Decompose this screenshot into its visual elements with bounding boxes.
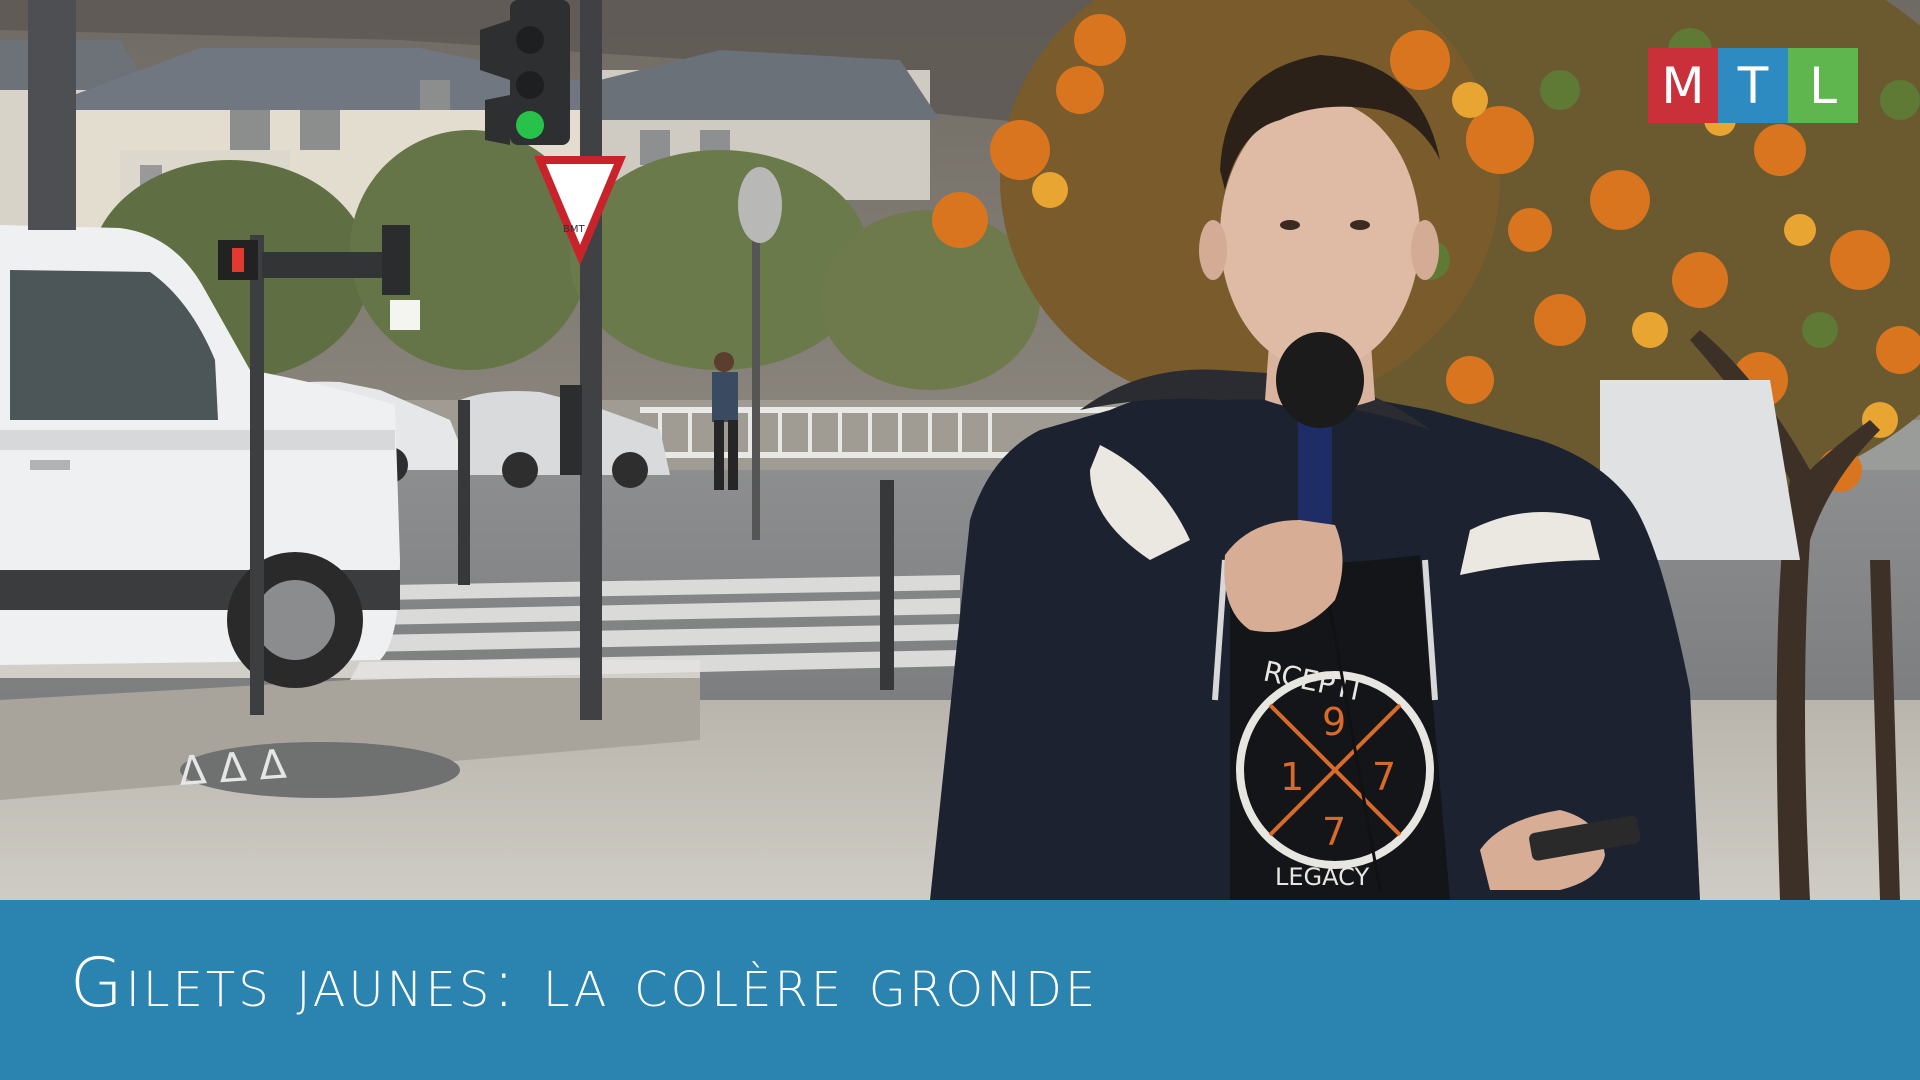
svg-text:ᐃ ᐃ ᐃ: ᐃ ᐃ ᐃ xyxy=(177,742,288,795)
logo-letter-t: T xyxy=(1718,48,1788,123)
svg-text:1: 1 xyxy=(1280,755,1304,799)
channel-logo: M T L xyxy=(1648,48,1858,123)
svg-text:7: 7 xyxy=(1322,810,1346,854)
logo-letter-l: L xyxy=(1788,48,1858,123)
svg-text:LEGACY: LEGACY xyxy=(1275,863,1369,891)
lower-third-banner: Gilets jaunes: la colère gronde xyxy=(0,900,1920,1080)
bollard xyxy=(458,400,470,585)
headline-text: Gilets jaunes: la colère gronde xyxy=(70,943,1099,1023)
svg-text:9: 9 xyxy=(1322,700,1346,744)
svg-text:7: 7 xyxy=(1372,755,1396,799)
bollard xyxy=(880,480,894,690)
face xyxy=(1220,100,1420,370)
video-frame: ᐃ ᐃ ᐃ BMT RCEPTI 9 1 7 7 LEGACY M T L Gi… xyxy=(0,0,1920,1080)
logo-letter-m: M xyxy=(1648,48,1718,123)
svg-text:BMT: BMT xyxy=(563,224,585,235)
left-pole xyxy=(28,0,76,230)
